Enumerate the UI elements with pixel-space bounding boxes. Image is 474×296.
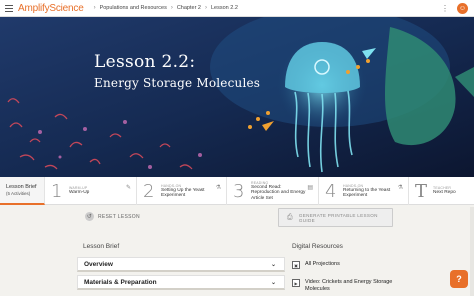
resource-label: All Projections <box>305 261 340 267</box>
amplify-science-logo[interactable]: AmplifyScience <box>18 3 84 14</box>
tab-activity-2[interactable]: 2 HANDS-ON Setting Up the Yeast Experimen… <box>137 177 227 205</box>
hamburger-menu-icon[interactable] <box>2 0 16 17</box>
chevron-right-icon: › <box>204 5 207 11</box>
step-title: Returning to the Yeast Experiment <box>343 187 391 199</box>
apps-grid-icon[interactable]: ⋮ <box>441 4 449 14</box>
breadcrumb: › Populations and Resources › Chapter 2 … <box>90 5 238 11</box>
generate-lesson-guide-button[interactable]: ⎙ GENERATE PRINTABLE LESSON GUIDE <box>278 208 393 227</box>
activity-count-label: (5 Activities) <box>6 191 31 196</box>
accordion-materials-label: Materials & Preparation <box>84 278 157 286</box>
lesson-hero-banner: Lesson 2.2: Energy Storage Molecules <box>0 17 474 177</box>
step-number: 4 <box>325 180 337 202</box>
resource-all-projections[interactable]: ▣ All Projections <box>292 261 415 269</box>
step-number: 2 <box>143 180 155 202</box>
reset-icon: ↺ <box>85 212 94 221</box>
pencil-icon: ✎ <box>125 185 131 191</box>
tab-activity-1[interactable]: 1 WARM-UP Warm-Up ✎ <box>45 177 137 205</box>
breadcrumb-unit[interactable]: Populations and Resources <box>100 5 167 11</box>
flask-icon: ⚗ <box>215 185 221 191</box>
video-icon: ▶ <box>292 279 300 287</box>
lesson-title: Energy Storage Molecules <box>94 76 261 90</box>
breadcrumb-chapter[interactable]: Chapter 2 <box>177 5 201 11</box>
tab-activity-3[interactable]: 3 READING Second Read: Reproduction and E… <box>227 177 319 205</box>
resource-label: Video: Crickets and Energy Storage Molec… <box>305 279 393 292</box>
chevron-down-icon: ⌄ <box>270 280 276 286</box>
flask-icon: ⚗ <box>397 185 403 191</box>
digital-resources-heading: Digital Resources <box>292 243 343 250</box>
tab-lesson-brief[interactable]: Lesson Brief (5 Activities) <box>0 177 45 205</box>
projection-icon: ▣ <box>292 261 300 269</box>
tab-teacher[interactable]: T TEACHER Next Repo <box>409 177 474 205</box>
user-avatar-icon[interactable]: ☺ <box>457 3 468 14</box>
jellyfish-illustration <box>0 17 474 177</box>
lesson-brief-label: Lesson Brief <box>6 184 37 190</box>
step-title: Setting Up the Yeast Experiment <box>161 187 205 199</box>
step-title: Next Repo <box>433 190 456 196</box>
chevron-down-icon: ⌄ <box>270 262 276 268</box>
resource-video-crickets[interactable]: ▶ Video: Crickets and Energy Storage Mol… <box>292 279 415 292</box>
generate-guide-label: GENERATE PRINTABLE LESSON GUIDE <box>298 212 378 223</box>
page-scrollbar[interactable] <box>470 207 474 296</box>
chevron-right-icon: › <box>93 5 96 11</box>
step-number: 1 <box>51 180 63 202</box>
step-title: Second Read: Reproduction and Energy Art… <box>251 184 306 201</box>
reset-lesson-label: RESET LESSON <box>98 213 140 220</box>
tab-activity-4[interactable]: 4 HANDS-ON Returning to the Yeast Experim… <box>319 177 409 205</box>
printer-icon: ⎙ <box>287 213 293 221</box>
lesson-heading: Lesson 2.2: Energy Storage Molecules <box>94 52 260 90</box>
reset-lesson-button[interactable]: ↺ RESET LESSON <box>85 212 140 221</box>
activity-steps-bar: Lesson Brief (5 Activities) 1 WARM-UP War… <box>0 177 474 205</box>
step-number: T <box>415 180 428 202</box>
accordion-overview-label: Overview <box>84 260 113 268</box>
book-icon: ▤ <box>307 185 313 191</box>
accordion-overview[interactable]: Overview ⌄ <box>77 257 285 272</box>
top-navigation-bar: AmplifyScience › Populations and Resourc… <box>0 0 474 17</box>
lesson-brief-heading: Lesson Brief <box>83 243 120 250</box>
lesson-number: Lesson 2.2: <box>94 52 196 72</box>
step-number: 3 <box>233 180 245 202</box>
accordion-materials-preparation[interactable]: Materials & Preparation ⌄ <box>77 275 285 290</box>
breadcrumb-lesson[interactable]: Lesson 2.2 <box>211 5 238 11</box>
help-button[interactable]: ? <box>450 270 468 288</box>
chevron-right-icon: › <box>170 5 173 11</box>
step-title: Warm-Up <box>69 190 90 196</box>
